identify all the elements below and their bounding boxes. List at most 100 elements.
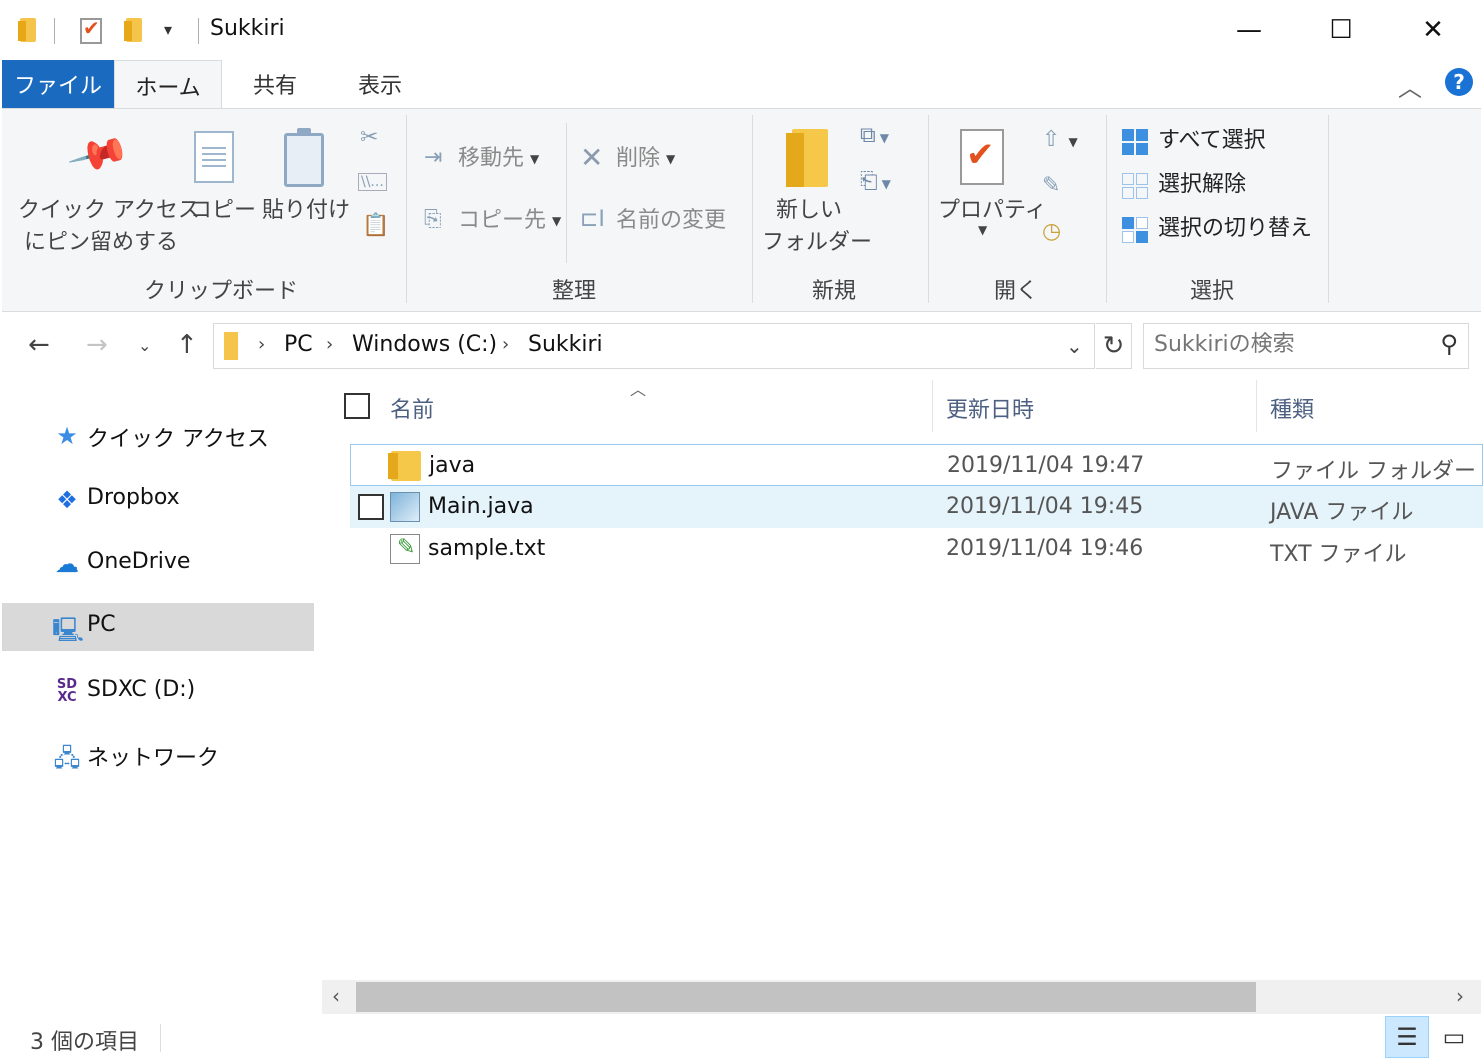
properties-dropdown-icon[interactable]: ▼ <box>978 223 987 237</box>
back-arrow-icon[interactable]: ← <box>28 330 50 360</box>
search-icon[interactable]: ⚲ <box>1440 330 1458 358</box>
tab-file[interactable]: ファイル <box>2 60 114 108</box>
nav-item-quick-access[interactable]: ★ クイック アクセス <box>2 412 314 460</box>
breadcrumb-drive[interactable]: Windows (C:) <box>352 332 497 357</box>
table-row[interactable]: java 2019/11/04 19:47 ファイル フォルダー <box>350 444 1483 486</box>
column-header-date[interactable]: 更新日時 <box>946 392 1034 424</box>
status-bar: 3 個の項目 ☰ ▭ <box>0 1014 1483 1061</box>
address-history-chevron-icon[interactable]: ⌄ <box>1066 334 1083 358</box>
copy-to-icon: ⎘ <box>424 207 442 232</box>
delete-button[interactable]: 削除 ▼ <box>616 143 675 175</box>
horizontal-scrollbar[interactable]: ‹ › <box>322 980 1481 1014</box>
nav-item-sdxc[interactable]: SD XC SDXC (D:) <box>2 668 314 716</box>
file-list: ︿ 名前 更新日時 種類 java 2019/11/04 19:47 ファイル … <box>320 380 1483 980</box>
minimize-button[interactable]: — <box>1204 0 1294 60</box>
refresh-icon[interactable]: ↻ <box>1096 323 1132 369</box>
easy-access-icon[interactable]: ⎗ ▼ <box>860 169 891 194</box>
new-folder-qat-icon[interactable] <box>124 18 142 42</box>
select-none-icon <box>1122 173 1148 199</box>
delete-icon: ✕ <box>580 141 604 174</box>
tab-share[interactable]: 共有 <box>222 60 328 108</box>
nav-item-onedrive[interactable]: ☁ OneDrive <box>2 540 314 588</box>
details-view-icon[interactable]: ☰ <box>1385 1016 1429 1058</box>
group-label-new: 新規 <box>812 279 857 304</box>
copy-path-icon[interactable]: \\... <box>358 173 387 191</box>
group-separator <box>1328 115 1329 303</box>
close-button[interactable]: ✕ <box>1388 0 1478 60</box>
cut-icon[interactable]: ✂ <box>360 125 378 150</box>
navigation-pane: ★ クイック アクセス ❖ Dropbox ☁ OneDrive 🖳 PC SD… <box>0 380 320 1018</box>
column-header-name[interactable]: 名前 <box>390 392 434 424</box>
new-item-icon[interactable]: ⧉ ▼ <box>860 123 889 148</box>
rename-button[interactable]: 名前の変更 <box>616 205 726 237</box>
group-label-organize: 整理 <box>552 279 597 304</box>
column-divider[interactable] <box>932 380 933 432</box>
file-name: java <box>429 453 476 478</box>
large-icons-view-icon[interactable]: ▭ <box>1432 1016 1476 1058</box>
breadcrumb-sukkiri[interactable]: Sukkiri <box>528 332 603 357</box>
folder-icon <box>18 18 36 42</box>
row-checkbox[interactable] <box>358 494 384 520</box>
nav-item-dropbox[interactable]: ❖ Dropbox <box>2 476 314 524</box>
table-row[interactable]: sample.txt 2019/11/04 19:46 TXT ファイル <box>350 528 1483 570</box>
status-separator <box>160 1024 161 1052</box>
tab-home[interactable]: ホーム <box>114 60 222 110</box>
item-count: 3 個の項目 <box>30 1030 139 1055</box>
paste-shortcut-icon[interactable]: 📋 <box>362 213 389 238</box>
tab-view[interactable]: 表示 <box>330 60 430 108</box>
collapse-ribbon-icon[interactable]: ︿ <box>1398 68 1422 103</box>
nav-item-label: クイック アクセス <box>87 427 269 452</box>
qat-separator <box>198 18 199 44</box>
table-row[interactable]: Main.java 2019/11/04 19:45 JAVA ファイル <box>350 486 1483 528</box>
address-bar[interactable]: › PC › Windows (C:) › Sukkiri ⌄ <box>213 323 1095 369</box>
select-all-checkbox[interactable] <box>344 393 370 419</box>
file-type: TXT ファイル <box>1270 542 1407 567</box>
new-folder-label-2[interactable]: フォルダー <box>762 227 872 259</box>
forward-arrow-icon[interactable]: → <box>86 330 108 360</box>
move-to-icon: ⇥ <box>424 145 443 170</box>
select-all-button[interactable]: すべて選択 <box>1158 125 1266 157</box>
properties-qat-icon[interactable]: ✔ <box>80 16 102 44</box>
move-to-button[interactable]: 移動先 ▼ <box>458 143 539 175</box>
copy-to-button[interactable]: コピー先 ▼ <box>458 205 561 237</box>
help-icon[interactable]: ? <box>1445 68 1473 96</box>
column-header-type[interactable]: 種類 <box>1270 392 1314 424</box>
window-title: Sukkiri <box>210 16 285 41</box>
select-all-icon <box>1122 129 1148 155</box>
maximize-button[interactable]: ☐ <box>1296 0 1386 60</box>
copy-button[interactable]: コピー <box>190 195 256 227</box>
breadcrumb-pc[interactable]: PC <box>284 332 313 357</box>
edit-icon[interactable]: ✎ <box>1042 173 1060 198</box>
file-type: JAVA ファイル <box>1270 500 1414 525</box>
pin-quick-access-label-2[interactable]: にピン留めする <box>24 227 178 259</box>
qat-customize-dropdown-icon[interactable]: ▾ <box>164 20 172 39</box>
properties-button[interactable]: プロパティ <box>938 195 1047 227</box>
nav-item-pc[interactable]: 🖳 PC <box>2 603 314 651</box>
new-folder-label-1[interactable]: 新しい <box>776 195 842 227</box>
ribbon-tabs: ファイル ホーム 共有 表示 ︿ ? <box>0 60 1483 110</box>
nav-item-label: Dropbox <box>87 485 180 510</box>
text-file-icon <box>390 534 420 564</box>
scroll-right-icon[interactable]: › <box>1456 984 1464 1008</box>
history-icon[interactable]: ◷ <box>1042 219 1061 244</box>
search-input[interactable] <box>1154 332 1424 357</box>
scrollbar-thumb[interactable] <box>356 982 1256 1012</box>
chevron-right-icon[interactable]: › <box>326 334 333 355</box>
pin-icon: 📌 <box>65 122 132 188</box>
up-arrow-icon[interactable]: ↑ <box>176 330 198 360</box>
delete-label: 削除 <box>616 146 661 171</box>
invert-selection-button[interactable]: 選択の切り替え <box>1158 213 1312 245</box>
recent-locations-chevron-icon[interactable]: ⌄ <box>138 336 151 355</box>
chevron-right-icon[interactable]: › <box>258 334 265 355</box>
scroll-left-icon[interactable]: ‹ <box>332 984 340 1008</box>
nav-item-network[interactable]: 🖧 ネットワーク <box>2 731 314 779</box>
select-none-button[interactable]: 選択解除 <box>1158 169 1246 201</box>
paste-button[interactable]: 貼り付け <box>262 195 350 227</box>
open-icon[interactable]: ⇧ ▼ <box>1042 127 1078 152</box>
chevron-right-icon[interactable]: › <box>502 334 509 355</box>
group-separator <box>752 115 753 303</box>
sub-separator <box>566 123 567 263</box>
pin-quick-access-label-1[interactable]: クイック アクセス <box>18 195 200 227</box>
search-box[interactable]: ⚲ <box>1143 323 1469 369</box>
column-divider[interactable] <box>1256 380 1257 432</box>
